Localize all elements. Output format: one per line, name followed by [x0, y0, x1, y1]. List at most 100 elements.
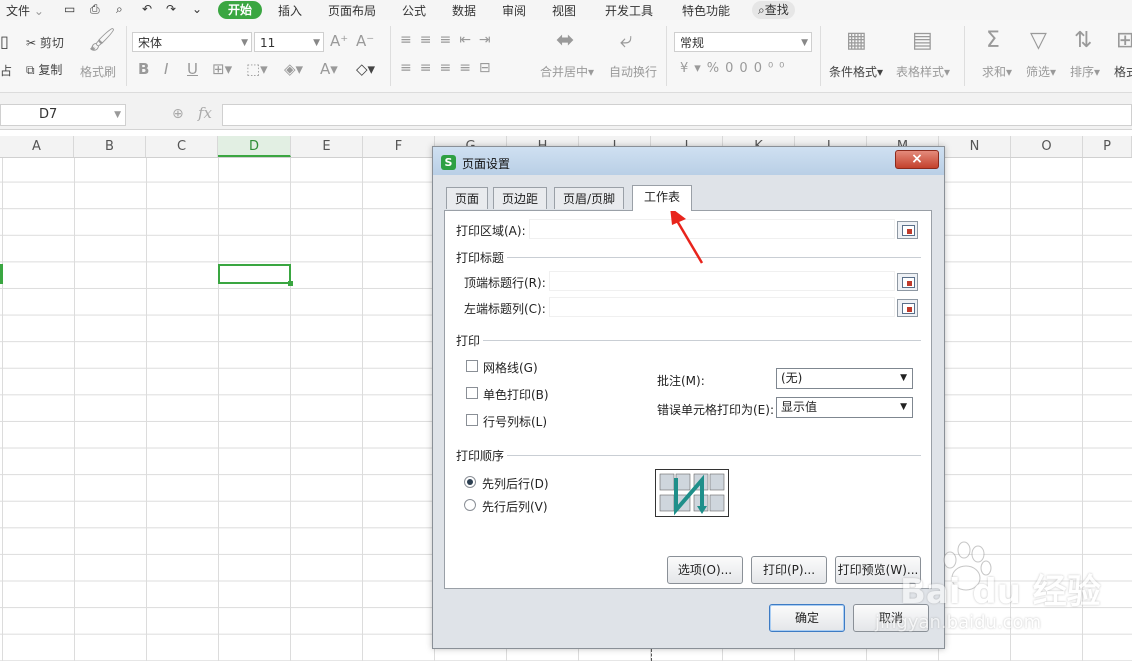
column-header[interactable]: B: [74, 136, 146, 157]
down-then-over-radio[interactable]: [464, 476, 476, 488]
left-cols-input[interactable]: [549, 297, 895, 317]
conditional-format-icon[interactable]: ▦: [846, 28, 867, 53]
format-painter-label[interactable]: 格式刷: [80, 63, 116, 80]
column-header[interactable]: N: [939, 136, 1011, 157]
tab-home[interactable]: 开始: [218, 1, 263, 19]
fill-color-icon[interactable]: ◈▾: [284, 60, 303, 78]
black-white-label: 单色打印(B): [483, 388, 549, 402]
comments-select[interactable]: (无) ▼: [776, 368, 913, 389]
print-preview-button[interactable]: 打印预览(W)...: [835, 556, 921, 584]
tab-sheet[interactable]: 工作表: [632, 185, 692, 211]
format-label-partial[interactable]: 格式: [1114, 63, 1132, 80]
print-button[interactable]: 打印(P)...: [751, 556, 827, 584]
tab-margins[interactable]: 页边距: [493, 187, 548, 209]
font-color-icon[interactable]: A▾: [320, 60, 338, 78]
table-style-label[interactable]: 表格样式▾: [896, 63, 950, 80]
underline-icon[interactable]: U: [187, 60, 198, 78]
number-format-icons[interactable]: ¥▾%000⁰⁰: [680, 61, 790, 76]
filter-label[interactable]: 筛选▾: [1026, 63, 1056, 80]
increase-font-icon[interactable]: A⁺: [330, 32, 348, 50]
customize-toolbar-icon[interactable]: ⌄: [192, 2, 202, 16]
column-header[interactable]: E: [291, 136, 363, 157]
column-header[interactable]: C: [146, 136, 218, 157]
ok-button[interactable]: 确定: [769, 604, 845, 632]
borders-icon[interactable]: ⊞▾: [212, 60, 232, 78]
tab-developer[interactable]: 开发工具: [605, 2, 653, 19]
merge-center-icon[interactable]: ⬌: [556, 28, 574, 53]
sort-icon[interactable]: ⇅: [1074, 28, 1092, 53]
search-box[interactable]: ⌕查找: [752, 1, 795, 19]
cancel-button[interactable]: 取消: [853, 604, 929, 632]
table-style-icon[interactable]: ▤: [912, 28, 933, 53]
page-order-graphic: [659, 473, 725, 516]
dialog-title-bar[interactable]: S 页面设置 ×: [433, 147, 944, 175]
conditional-format-label[interactable]: 条件格式▾: [829, 63, 883, 80]
bold-icon[interactable]: B: [138, 60, 149, 78]
column-header[interactable]: A: [0, 136, 74, 157]
sum-label[interactable]: 求和▾: [982, 63, 1012, 80]
file-menu[interactable]: 文件 ⌄: [6, 2, 44, 19]
print-icon[interactable]: ⎙: [90, 2, 100, 17]
align-left-icons[interactable]: ≡≡≡≡⊟: [400, 60, 499, 76]
print-area-input[interactable]: [529, 219, 895, 239]
ribbon-divider: [820, 26, 821, 86]
redo-icon[interactable]: ↷: [166, 2, 176, 16]
gridlines-checkbox[interactable]: [466, 360, 478, 372]
over-then-down-radio[interactable]: [464, 499, 476, 511]
font-name-select[interactable]: 宋体 ▼: [132, 32, 252, 52]
left-cols-pick-button[interactable]: [897, 299, 918, 317]
tab-page-layout[interactable]: 页面布局: [328, 2, 376, 19]
print-area-pick-button[interactable]: [897, 221, 918, 239]
cut-button[interactable]: ✂ 剪切: [26, 34, 64, 51]
sort-label[interactable]: 排序▾: [1070, 63, 1100, 80]
align-top-icons[interactable]: ≡≡≡⇤⇥: [400, 32, 499, 48]
column-header[interactable]: F: [363, 136, 435, 157]
wrap-text-icon[interactable]: ⤶: [620, 28, 632, 53]
tab-header-footer[interactable]: 页眉/页脚: [554, 187, 625, 209]
dialog-title: 页面设置: [462, 157, 511, 171]
format-icon[interactable]: ⊞: [1116, 28, 1132, 53]
tab-special[interactable]: 特色功能: [682, 2, 730, 19]
copy-button[interactable]: ⧉ 复制: [26, 61, 62, 78]
wrap-text-label[interactable]: 自动换行: [609, 63, 657, 80]
active-cell[interactable]: [218, 264, 293, 286]
number-format-select[interactable]: 常规 ▼: [674, 32, 812, 52]
zoom-icon[interactable]: ⊕: [172, 106, 184, 122]
save-icon[interactable]: ▭: [64, 2, 75, 16]
print-preview-icon[interactable]: ⌕: [116, 2, 123, 17]
chevron-down-icon: ▼: [900, 373, 907, 383]
merge-center-label[interactable]: 合并居中▾: [540, 63, 594, 80]
decrease-font-icon[interactable]: A⁻: [356, 32, 374, 50]
paste-icon[interactable]: ▯: [0, 32, 9, 51]
column-header[interactable]: O: [1011, 136, 1083, 157]
options-button[interactable]: 选项(O)...: [667, 556, 743, 584]
column-header[interactable]: P: [1083, 136, 1132, 157]
chevron-down-icon: ▼: [900, 402, 907, 412]
sum-icon[interactable]: Σ: [986, 28, 1000, 53]
filter-icon[interactable]: ▽: [1030, 28, 1047, 53]
undo-icon[interactable]: ↶: [142, 2, 152, 16]
format-painter-icon[interactable]: 🖌: [88, 28, 116, 53]
black-white-checkbox[interactable]: [466, 387, 478, 399]
cell-errors-select[interactable]: 显示值 ▼: [776, 397, 913, 418]
clear-icon[interactable]: ◇▾: [356, 60, 375, 78]
tab-data[interactable]: 数据: [452, 2, 476, 19]
fill-handle[interactable]: [288, 281, 293, 286]
font-size-select[interactable]: 11 ▼: [254, 32, 324, 52]
tab-review[interactable]: 审阅: [502, 2, 526, 19]
top-rows-input[interactable]: [549, 271, 895, 291]
column-header-selected[interactable]: D: [218, 136, 291, 157]
tab-formulas[interactable]: 公式: [402, 2, 426, 19]
tab-view[interactable]: 视图: [552, 2, 576, 19]
paste-label-partial[interactable]: 占: [0, 62, 12, 79]
tab-page[interactable]: 页面: [446, 187, 489, 209]
function-icon[interactable]: fx: [198, 104, 212, 122]
top-rows-pick-button[interactable]: [897, 273, 918, 291]
row-col-headings-checkbox[interactable]: [466, 414, 478, 426]
tab-insert[interactable]: 插入: [278, 2, 302, 19]
italic-icon[interactable]: I: [164, 60, 168, 78]
cell-style-icon[interactable]: ⬚▾: [246, 60, 268, 78]
close-button[interactable]: ×: [895, 150, 939, 169]
formula-input[interactable]: [222, 104, 1132, 126]
name-box[interactable]: D7 ▼: [0, 104, 126, 126]
